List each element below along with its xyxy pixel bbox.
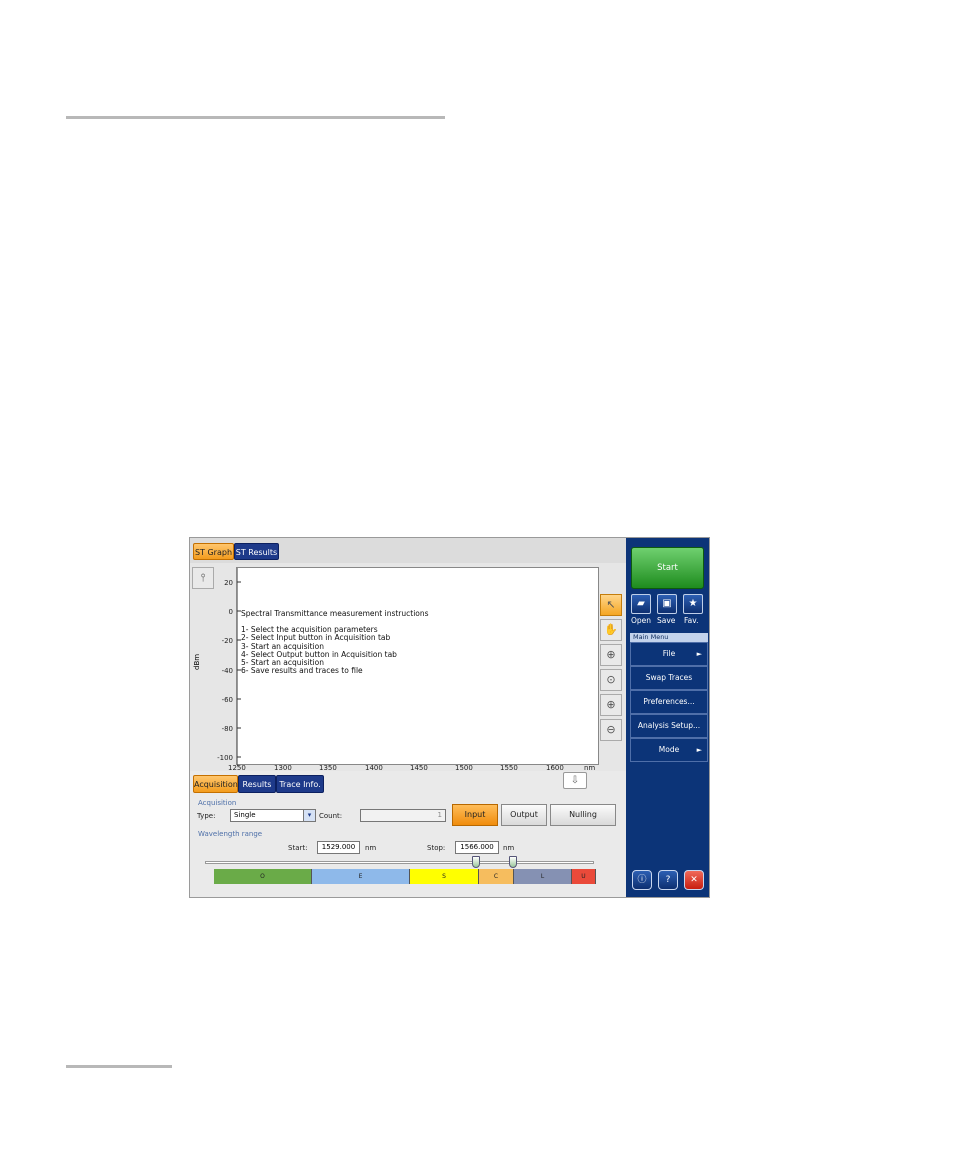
type-select[interactable]: Single ▾: [230, 809, 316, 822]
slider-handle-stop[interactable]: [509, 856, 517, 868]
start-field[interactable]: 1529.000: [317, 841, 360, 854]
tab-st-graph[interactable]: ST Graph: [193, 543, 234, 560]
band-u: U: [572, 869, 596, 884]
slider-handle-start[interactable]: [472, 856, 480, 868]
tab-st-results[interactable]: ST Results: [234, 543, 279, 560]
arrow-right-icon: ►: [696, 746, 702, 754]
wavelength-slider-track[interactable]: [205, 861, 594, 864]
start-label: Start:: [288, 844, 308, 852]
close-icon[interactable]: ✕: [684, 870, 704, 890]
instructions-title: Spectral Transmittance measurement instr…: [241, 609, 429, 618]
y-tick: -80: [221, 725, 233, 733]
menu-item-label: Analysis Setup...: [637, 721, 701, 730]
menu-item-analysis-setup[interactable]: Analysis Setup...: [630, 714, 708, 738]
zoom-in-icon[interactable]: ⊕: [600, 694, 622, 716]
zoom-reset-icon[interactable]: ⊙: [600, 669, 622, 691]
input-button[interactable]: Input: [452, 804, 498, 826]
open-folder-icon[interactable]: ▰: [631, 594, 651, 614]
band-l: L: [514, 869, 572, 884]
stop-label: Stop:: [427, 844, 446, 852]
y-tick: -20: [221, 637, 233, 645]
pointer-tool-icon[interactable]: ↖: [600, 594, 622, 616]
band-o: O: [214, 869, 312, 884]
footer-rule: [66, 1065, 172, 1068]
zoom-full-icon[interactable]: ⊕: [600, 644, 622, 666]
wavelength-group-label: Wavelength range: [198, 830, 263, 838]
menu-item-label: Swap Traces: [645, 673, 693, 682]
chevron-down-icon[interactable]: ▾: [303, 810, 315, 821]
favorite-star-icon[interactable]: ★: [683, 594, 703, 614]
output-button[interactable]: Output: [501, 804, 547, 826]
type-value: Single: [234, 811, 256, 819]
y-tick: -40: [221, 667, 233, 675]
menu-item-label: File: [662, 649, 676, 658]
start-button[interactable]: Start: [631, 547, 704, 589]
graph-instructions: Spectral Transmittance measurement instr…: [241, 609, 429, 676]
tab-trace-info[interactable]: Trace Info.: [276, 775, 324, 793]
nulling-button[interactable]: Nulling: [550, 804, 616, 826]
tab-acquisition[interactable]: Acquisition: [193, 775, 238, 793]
band-s: S: [410, 869, 479, 884]
y-tick: -60: [221, 696, 233, 704]
count-label: Count:: [319, 812, 343, 820]
menu-item-mode[interactable]: Mode ►: [630, 738, 708, 762]
acquisition-group-label: Acquisition: [198, 799, 237, 807]
menu-item-preferences[interactable]: Preferences...: [630, 690, 708, 714]
instruction-line: 6- Save results and traces to file: [241, 666, 363, 676]
menu-item-label: Mode: [658, 745, 680, 754]
main-menu-header: Main Menu: [630, 633, 708, 642]
graph-panel: ⫯ dBm 20 0 -20 -40 -60 -80 -100 Spectral…: [190, 563, 626, 772]
collapse-arrow-icon[interactable]: ⇩: [563, 772, 587, 789]
control-panel: Acquisition Results Trace Info. ⇩ Acquis…: [190, 771, 626, 897]
band-e: E: [312, 869, 410, 884]
band-c: C: [479, 869, 514, 884]
count-field[interactable]: 1: [360, 809, 446, 822]
info-icon[interactable]: ⓘ: [632, 870, 652, 890]
graph-tab-bar: ST Graph ST Results: [190, 538, 626, 563]
save-disk-icon[interactable]: ▣: [657, 594, 677, 614]
menu-item-file[interactable]: File ►: [630, 642, 708, 666]
help-icon[interactable]: ?: [658, 870, 678, 890]
stop-field[interactable]: 1566.000: [455, 841, 499, 854]
tab-results[interactable]: Results: [238, 775, 276, 793]
header-rule: [66, 116, 445, 119]
stop-unit: nm: [503, 844, 515, 852]
arrow-right-icon: ►: [696, 650, 702, 658]
main-sidebar: Start ▰ ▣ ★ Open Save Fav. Main Menu Fil…: [626, 538, 709, 897]
type-label: Type:: [197, 812, 216, 820]
y-axis-label: dBm: [193, 653, 201, 670]
menu-item-label: Preferences...: [643, 697, 695, 706]
app-window: ST Graph ST Results ⫯ dBm 20 0 -20 -40 -…: [189, 537, 710, 898]
pan-hand-icon[interactable]: ✋: [600, 619, 622, 641]
y-tick: -100: [217, 754, 233, 762]
start-unit: nm: [365, 844, 377, 852]
y-tick: 0: [228, 608, 233, 616]
menu-item-swap-traces[interactable]: Swap Traces: [630, 666, 708, 690]
y-tick: 20: [224, 579, 233, 587]
zoom-out-icon[interactable]: ⊖: [600, 719, 622, 741]
fav-label: Fav.: [684, 616, 699, 625]
save-label: Save: [657, 616, 676, 625]
open-label: Open: [631, 616, 652, 625]
